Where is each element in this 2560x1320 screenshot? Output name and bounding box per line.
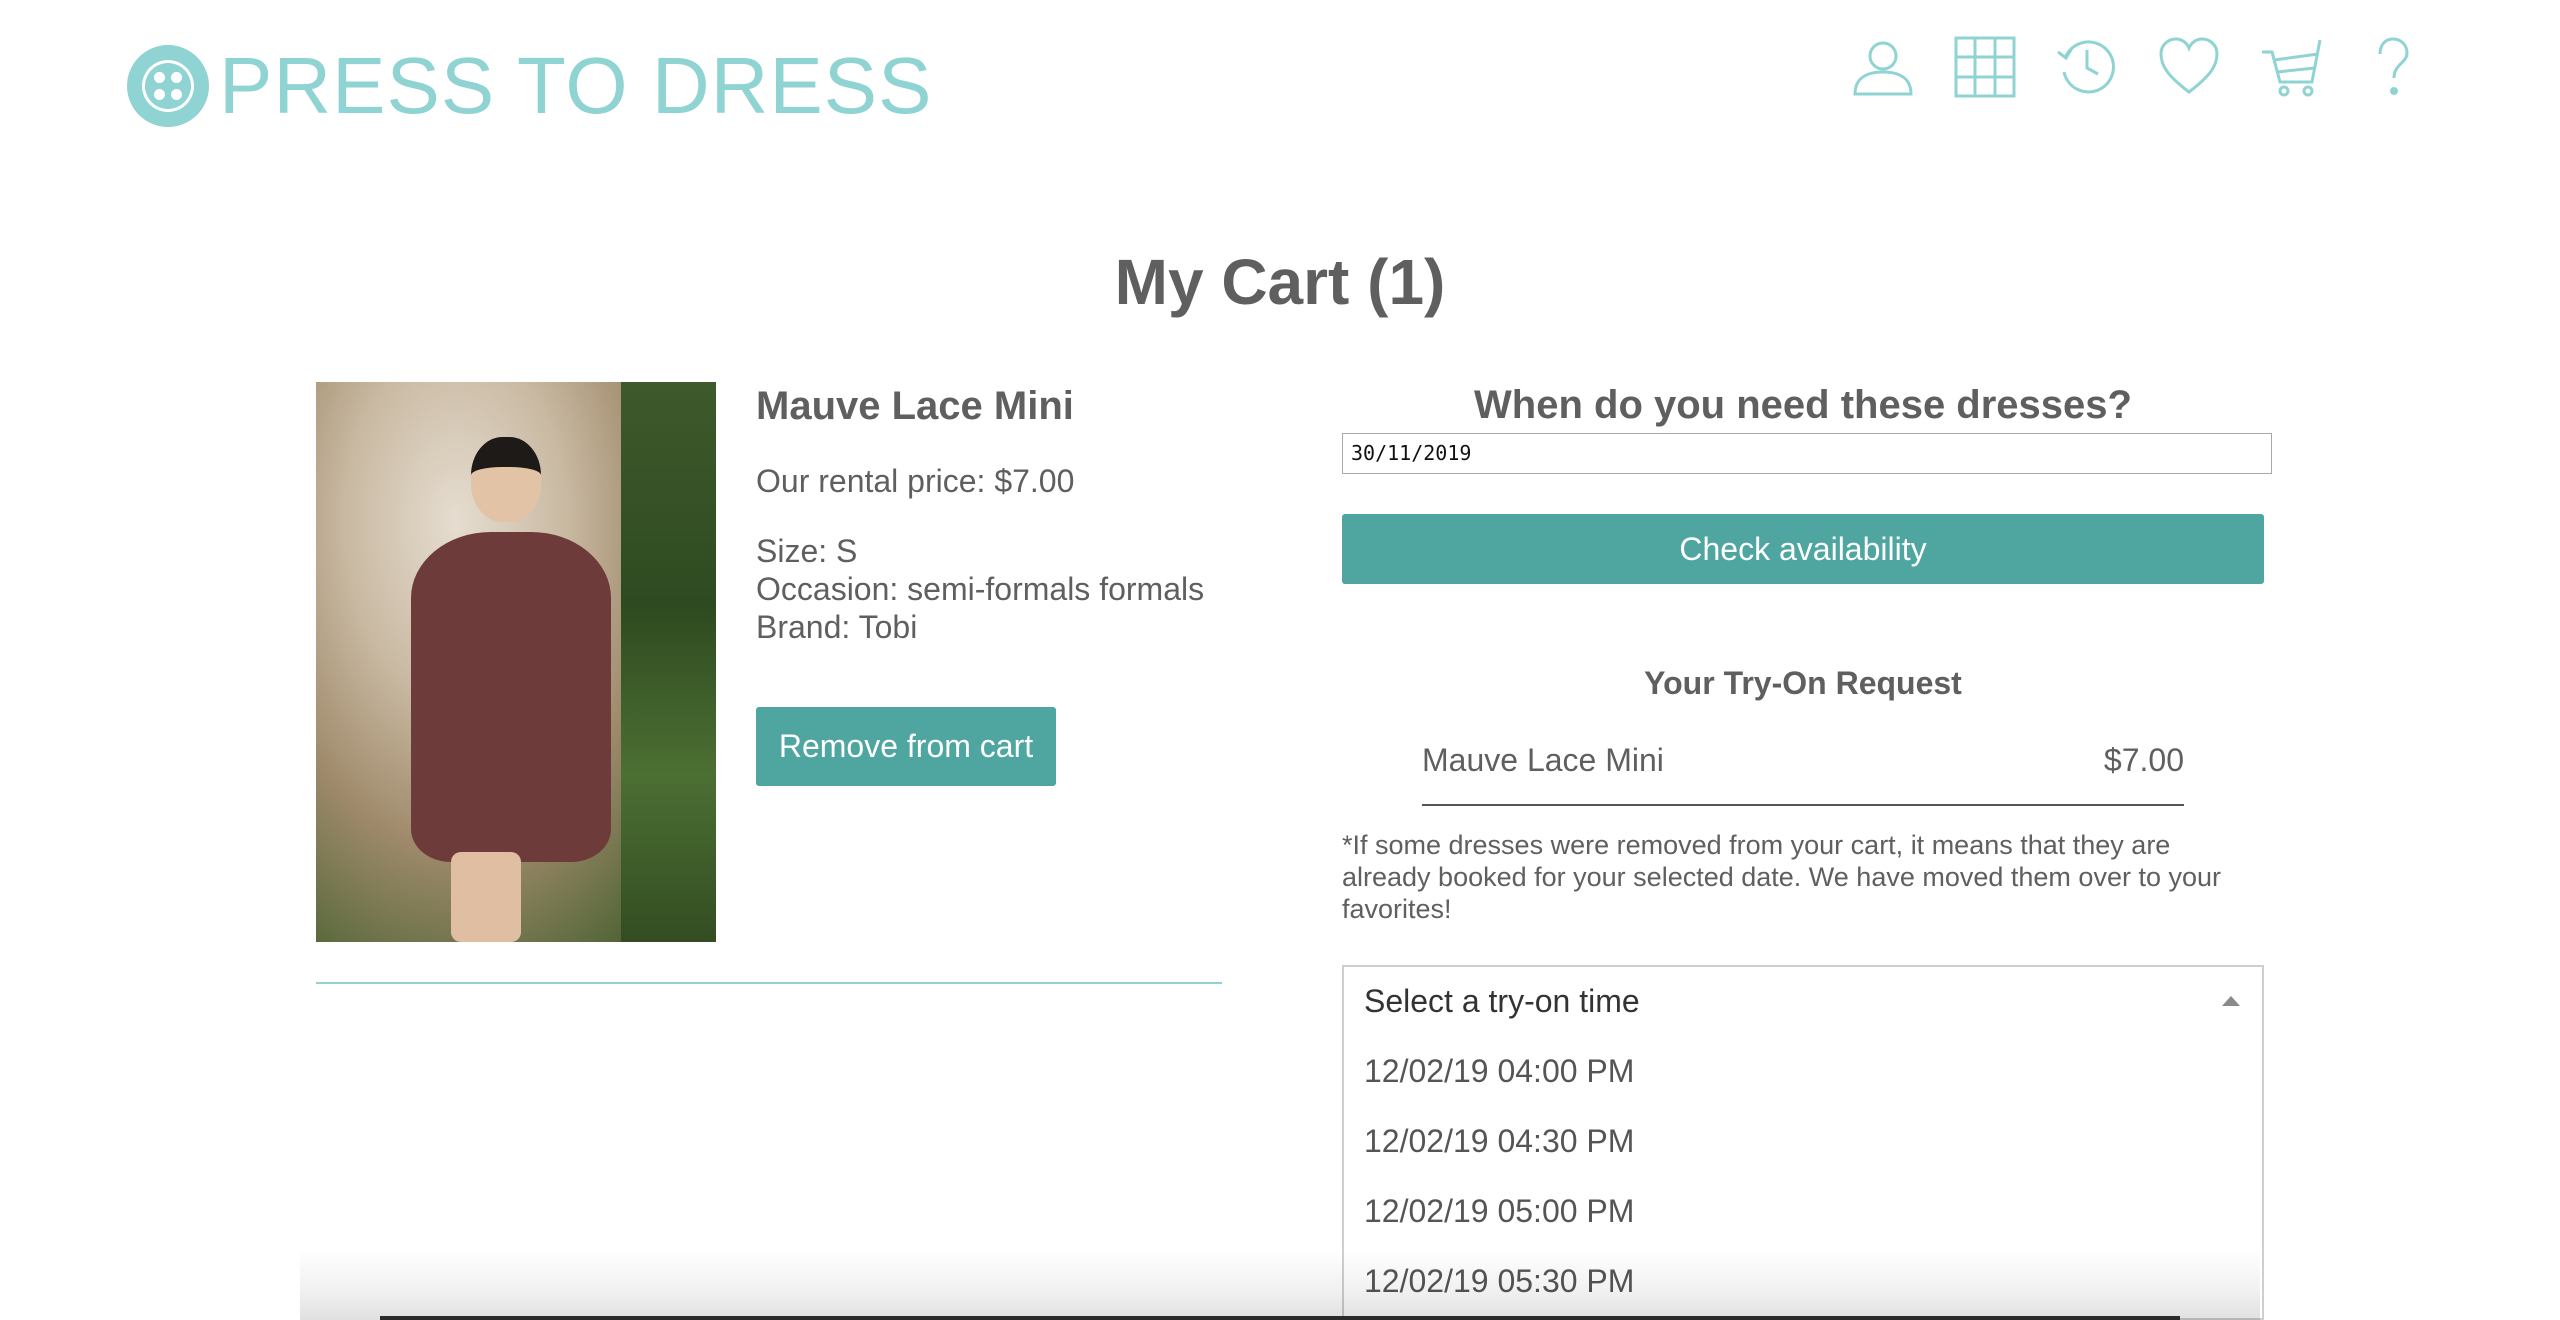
- caret-up-icon[interactable]: [2222, 996, 2240, 1006]
- check-availability-button[interactable]: Check availability: [1342, 514, 2264, 584]
- header-nav: [1852, 36, 2424, 98]
- help-icon[interactable]: [2362, 36, 2424, 98]
- brand-name: PRESS TO DRESS: [219, 41, 933, 130]
- user-icon[interactable]: [1852, 36, 1914, 98]
- product-name[interactable]: Mauve Lace Mini: [756, 384, 1074, 429]
- tryon-title: Your Try-On Request: [1644, 665, 1962, 701]
- tryon-time-placeholder: Select a try-on time: [1364, 983, 1640, 1019]
- product-price: Our rental price: $7.00: [756, 463, 1075, 499]
- tryon-item-price: $7.00: [2103, 742, 2184, 778]
- page-title: My Cart (1): [1114, 246, 1446, 318]
- product-divider: [316, 982, 1222, 984]
- button-logo-icon: [127, 45, 209, 127]
- removal-disclaimer: *If some dresses were removed from your …: [1342, 830, 2221, 924]
- product-specs: Size: S Occasion: semi-formals formals B…: [756, 532, 1204, 646]
- tryon-item-row: Mauve Lace Mini $7.00: [1422, 742, 2184, 806]
- tryon-item-name: Mauve Lace Mini: [1422, 742, 1664, 778]
- product-size: Size: S: [756, 533, 858, 569]
- date-question: When do you need these dresses?: [1474, 383, 2132, 427]
- tryon-time-select[interactable]: Select a try-on time: [1342, 965, 2264, 1038]
- bottom-bar: [380, 1316, 2180, 1320]
- date-input[interactable]: 30/11/2019: [1342, 433, 2272, 474]
- product-occasion: Occasion: semi-formals formals: [756, 571, 1205, 607]
- tryon-time-options: 12/02/19 04:00 PM 12/02/19 04:30 PM 12/0…: [1342, 1036, 2264, 1320]
- remove-from-cart-button[interactable]: Remove from cart: [756, 707, 1056, 786]
- time-option[interactable]: 12/02/19 05:00 PM: [1344, 1176, 2262, 1246]
- brand-logo[interactable]: PRESS TO DRESS: [127, 40, 933, 132]
- cart-icon[interactable]: [2260, 36, 2322, 98]
- history-icon[interactable]: [2056, 36, 2118, 98]
- product-image[interactable]: [316, 382, 716, 942]
- time-option[interactable]: 12/02/19 05:30 PM: [1344, 1246, 2262, 1316]
- heart-icon[interactable]: [2158, 36, 2220, 98]
- grid-icon[interactable]: [1954, 36, 2016, 98]
- product-brand: Brand: Tobi: [756, 609, 918, 645]
- time-option[interactable]: 12/02/19 04:00 PM: [1344, 1036, 2262, 1106]
- time-option[interactable]: 12/02/19 04:30 PM: [1344, 1106, 2262, 1176]
- cart-page: PRESS TO DRESS My Cart (1) Mauve Lace Mi…: [0, 0, 2560, 1320]
